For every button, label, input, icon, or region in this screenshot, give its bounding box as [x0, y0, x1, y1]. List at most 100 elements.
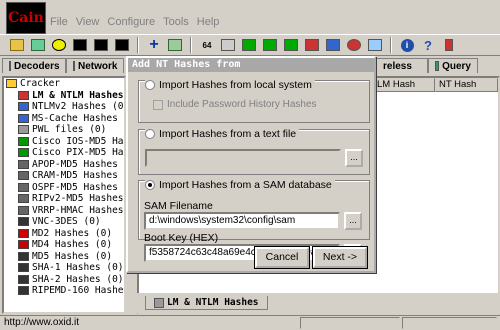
lsa-icon[interactable]: [240, 37, 258, 53]
hash-type-icon: [18, 194, 29, 204]
menu-view[interactable]: View: [76, 16, 100, 28]
bottom-tab-label: LM & NTLM Hashes: [167, 297, 259, 308]
tree-item[interactable]: MD2 Hashes (0): [4, 228, 124, 240]
browse-text-file-button[interactable]: ...: [345, 149, 363, 167]
tab-network[interactable]: Network: [66, 58, 124, 73]
tab-query[interactable]: Query: [428, 58, 478, 73]
tree-item[interactable]: OSPF-MD5 Hashes (0): [4, 182, 124, 194]
recycle-icon[interactable]: [166, 37, 184, 53]
hash-type-icon: [18, 159, 29, 169]
tab-label: reless: [383, 60, 412, 72]
radio-label: Import Hashes from local system: [159, 79, 312, 91]
column-nt-hash[interactable]: NT Hash: [435, 78, 498, 92]
add-nt-hashes-dialog: Add NT Hashes from Import Hashes from lo…: [126, 56, 376, 273]
query-icon: [435, 61, 440, 71]
tree-item-label: APOP-MD5 Hashes (0): [32, 158, 124, 170]
sam-filename-field[interactable]: d:\windows\system32\config\sam: [144, 212, 340, 230]
menu-tools[interactable]: Tools: [163, 16, 189, 28]
tree-item[interactable]: LM & NTLM Hashes (0): [4, 89, 124, 102]
tree-item[interactable]: Cisco IOS-MD5 Hashes: [4, 136, 124, 148]
tab-lm-ntlm-hashes[interactable]: LM & NTLM Hashes: [145, 296, 268, 310]
tree-root-cracker[interactable]: Cracker: [4, 78, 124, 90]
bottom-tabs: LM & NTLM Hashes: [137, 293, 500, 313]
tree-item[interactable]: MD4 Hashes (0): [4, 239, 124, 251]
import-icon[interactable]: [29, 37, 47, 53]
certificate-icon[interactable]: [303, 37, 321, 53]
tree-item[interactable]: SHA-2 Hashes (0): [4, 274, 124, 286]
tree-item-label: PWL files (0): [32, 124, 107, 136]
tree-item-label: LM & NTLM Hashes (0): [32, 89, 124, 101]
help-icon[interactable]: ?: [419, 37, 437, 53]
toolbar-separator: [190, 37, 192, 53]
cancel-button[interactable]: Cancel: [255, 247, 309, 268]
tree-item[interactable]: VNC-3DES (0): [4, 216, 124, 228]
ntlm-auth-icon[interactable]: [71, 37, 89, 53]
radio-dot: [145, 129, 155, 139]
tree-item[interactable]: APOP-MD5 Hashes (0): [4, 159, 124, 171]
status-url: http://www.oxid.it: [4, 317, 80, 328]
tree-item[interactable]: VRRP-HMAC Hashes (0): [4, 205, 124, 217]
tree-item-label: SHA-2 Hashes (0): [32, 273, 124, 285]
hash-type-icon: [18, 240, 29, 250]
tree-item[interactable]: MS-Cache Hashes (0): [4, 113, 124, 125]
radio-dot: [145, 80, 155, 90]
network-card-icon[interactable]: [282, 37, 300, 53]
toolbar: + 64 i ?: [0, 34, 500, 56]
tree-item[interactable]: CRAM-MD5 Hashes (0): [4, 170, 124, 182]
radioactive-icon[interactable]: [50, 37, 68, 53]
menu-file[interactable]: File: [50, 16, 68, 28]
tab-decoders[interactable]: Decoders: [2, 58, 66, 73]
info-icon[interactable]: i: [398, 37, 416, 53]
tree-item[interactable]: PWL files (0): [4, 124, 124, 136]
tree-item[interactable]: RIPEMD-160 Hashes (0): [4, 285, 124, 297]
key-icon[interactable]: [219, 37, 237, 53]
tree-item-label: Cisco PIX-MD5 Hashes: [32, 147, 124, 159]
base64-icon[interactable]: 64: [198, 37, 216, 53]
routing-icon[interactable]: [261, 37, 279, 53]
tree-item[interactable]: RIPv2-MD5 Hashes (0): [4, 193, 124, 205]
exit-icon[interactable]: [440, 37, 458, 53]
column-lm-hash[interactable]: LM Hash: [373, 78, 435, 92]
tree-item[interactable]: MD5 Hashes (0): [4, 251, 124, 263]
browse-sam-button[interactable]: ...: [344, 212, 362, 230]
app-logo: Cain: [6, 2, 46, 34]
hash-type-icon: [18, 217, 29, 227]
radio-local-system[interactable]: Import Hashes from local system: [145, 79, 315, 91]
voip-icon[interactable]: [324, 37, 342, 53]
tree-item-label: RIPv2-MD5 Hashes (0): [32, 193, 124, 205]
next-button[interactable]: Next ->: [313, 247, 367, 268]
calculator-icon[interactable]: [366, 37, 384, 53]
menu-bar: Cain File View Configure Tools Help: [0, 0, 500, 34]
boot-key-field[interactable]: f5358724c63c48a69e4cfe2680cb8f9a: [144, 244, 340, 262]
radio-text-file[interactable]: Import Hashes from a text file: [145, 128, 300, 140]
checkbox-password-history[interactable]: Include Password History Hashes: [153, 99, 317, 110]
menu-configure[interactable]: Configure: [107, 16, 155, 28]
hash-type-icon: [18, 148, 29, 158]
hash-type-icon: [18, 205, 29, 215]
boot-key-label: Boot Key (HEX): [144, 232, 219, 244]
tree-item[interactable]: Cisco PIX-MD5 Hashes: [4, 147, 124, 159]
radio-sam-database[interactable]: Import Hashes from a SAM database: [145, 179, 335, 191]
tab-label: Decoders: [14, 60, 60, 72]
tab-label: Query: [442, 60, 471, 72]
hash-type-icon: [18, 182, 29, 192]
chall-spoof-ntlm-icon[interactable]: [113, 37, 131, 53]
cracker-tree[interactable]: Cracker LM & NTLM Hashes (0)NTLMv2 Hashe…: [2, 76, 126, 314]
text-file-field[interactable]: [145, 149, 341, 167]
tab-wireless[interactable]: reless: [376, 58, 428, 73]
network-icon: [73, 61, 75, 71]
hash-calculator-icon[interactable]: [345, 37, 363, 53]
toolbar-separator: [390, 37, 392, 53]
tree-item-label: RIPEMD-160 Hashes (0): [32, 285, 126, 297]
tree-item[interactable]: SHA-1 Hashes (0): [4, 262, 124, 274]
open-folder-icon[interactable]: [8, 37, 26, 53]
hash-type-icon: [18, 263, 29, 273]
key-icon: [6, 79, 17, 89]
hash-type-icon: [18, 286, 29, 296]
menu-help[interactable]: Help: [197, 16, 220, 28]
add-icon[interactable]: +: [145, 36, 163, 53]
chall-spoof-reset-icon[interactable]: [92, 37, 110, 53]
hash-type-icon: [18, 251, 29, 261]
tree-item[interactable]: NTLMv2 Hashes (0): [4, 101, 124, 113]
hash-type-icon: [18, 171, 29, 181]
